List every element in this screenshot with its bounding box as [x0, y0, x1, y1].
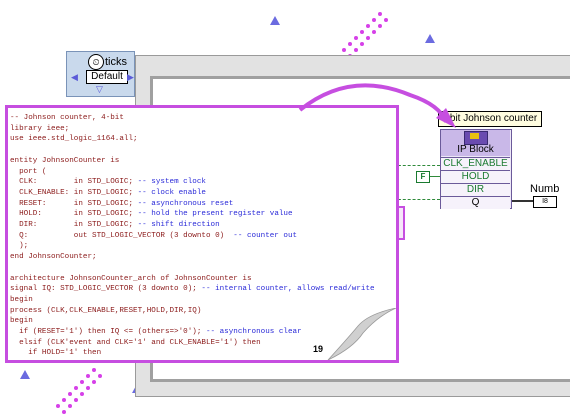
- annotation-arrow: [298, 83, 456, 128]
